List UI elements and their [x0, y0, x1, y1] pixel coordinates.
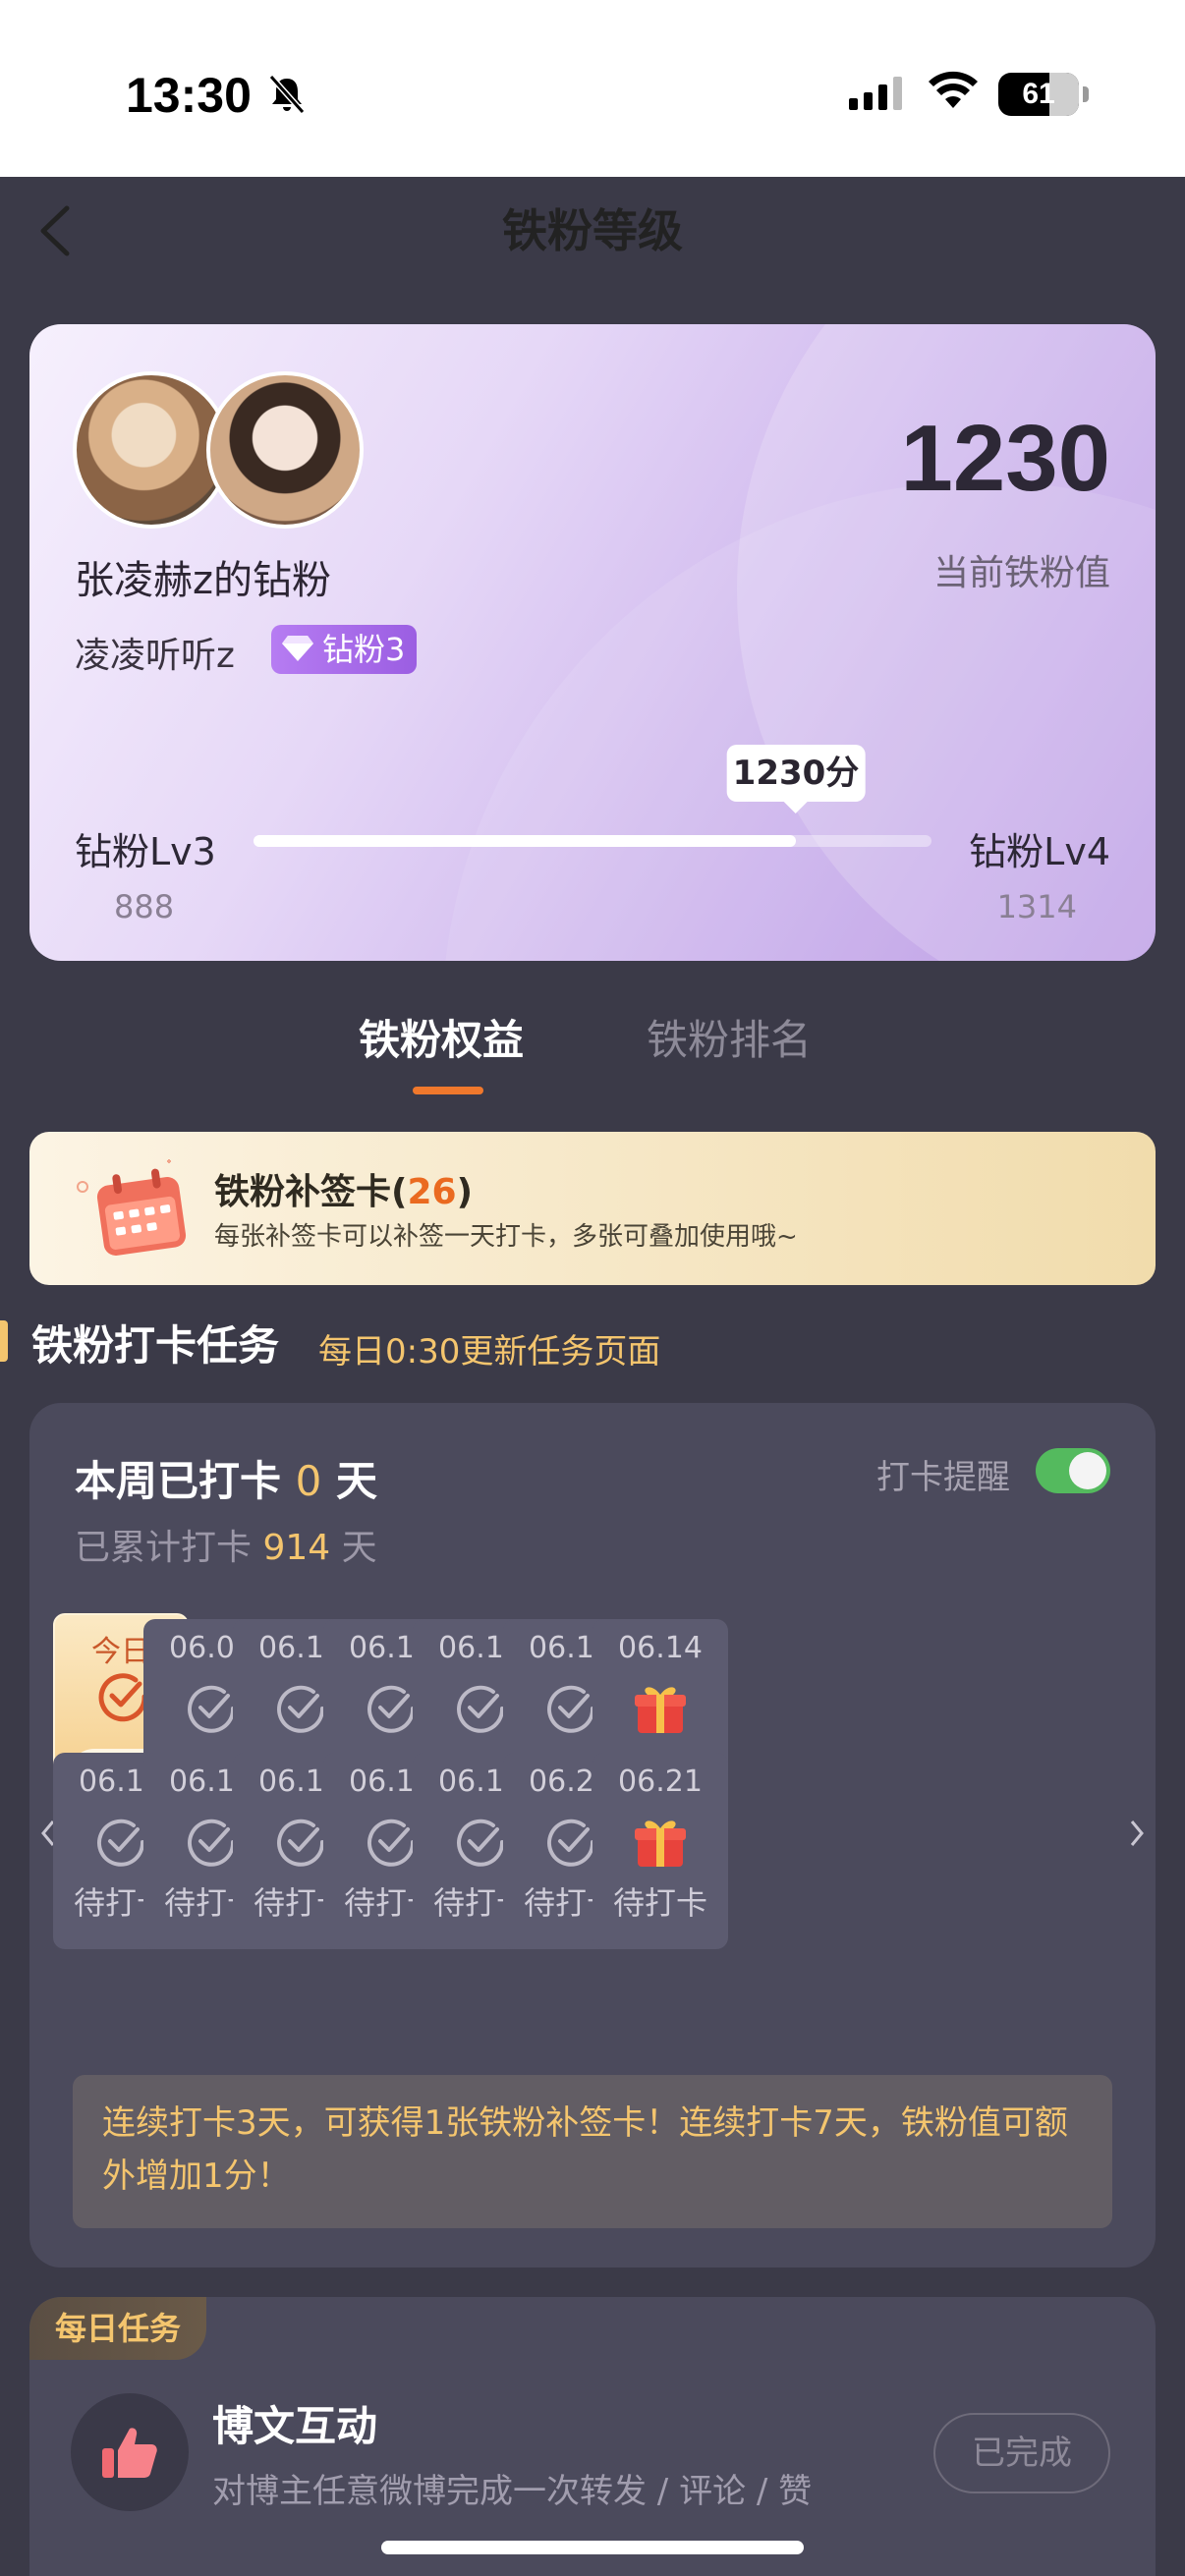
total-checkin-count: 已累计打卡 914 天: [75, 1528, 377, 1568]
level-min-value: 888: [114, 888, 175, 925]
bell-slash-icon: [268, 75, 306, 114]
check-circle-icon: [547, 1685, 595, 1733]
day-date: 06.14: [618, 1631, 703, 1665]
section-marker: [0, 1320, 8, 1362]
battery-icon: 61: [998, 73, 1089, 116]
day-cell[interactable]: 06.21 待打卡: [592, 1753, 728, 1949]
home-indicator[interactable]: [381, 2541, 804, 2554]
tab-indicator: [413, 1087, 483, 1094]
check-circle-icon: [277, 1819, 325, 1867]
check-circle-icon: [188, 1685, 236, 1733]
day-status: 待打卡: [612, 1884, 707, 1922]
progress-tooltip: 1230分: [726, 745, 866, 813]
gift-icon: [635, 1820, 686, 1867]
task-title: 博文互动: [212, 2402, 378, 2450]
diamond-icon: [282, 636, 313, 661]
check-circle-icon: [547, 1819, 595, 1867]
status-bar: 13:30 61: [0, 0, 1185, 177]
fan-score: 1230: [900, 406, 1110, 511]
tab-bar: 铁粉权益 铁粉排名: [0, 1006, 1185, 1094]
task-completed-button[interactable]: 已完成: [933, 2413, 1110, 2493]
daily-task-tag: 每日任务: [29, 2297, 207, 2360]
check-circle-icon: [457, 1819, 505, 1867]
check-circle-icon: [367, 1819, 416, 1867]
remind-label: 打卡提醒: [876, 1458, 1010, 1497]
badge-label: 钻粉3: [322, 631, 406, 668]
day-date: 06.21: [618, 1764, 703, 1799]
status-time: 13:30: [126, 68, 252, 123]
thumbs-up-icon: [102, 2428, 157, 2478]
week-checkin-count: 本周已打卡 0 天: [75, 1457, 377, 1505]
check-circle-icon: [188, 1819, 236, 1867]
level-next: 钻粉Lv4: [969, 830, 1110, 873]
calendar-icon: [77, 1159, 187, 1256]
check-circle-icon: [277, 1685, 325, 1733]
gift-icon: [635, 1687, 686, 1733]
check-circle-icon: [97, 1819, 145, 1867]
checkin-section-title: 铁粉打卡任务: [31, 1321, 280, 1370]
user-name: 凌凌听听z: [75, 636, 235, 676]
fan-level-card: 张凌赫z的钻粉 凌凌听听z 钻粉3 1230 当前铁粉值 1230分 钻粉Lv3…: [29, 324, 1156, 961]
makeup-card-title: 铁粉补签卡(26): [214, 1172, 474, 1212]
checkin-card: 本周已打卡 0 天 已累计打卡 914 天 打卡提醒 今日 领取 06.09待打…: [29, 1403, 1156, 2268]
fan-score-label: 当前铁粉值: [932, 553, 1110, 593]
level-current: 钻粉Lv3: [75, 830, 216, 873]
level-progress-fill: [254, 835, 796, 847]
wifi-icon: [929, 71, 978, 108]
checkin-section-subtitle: 每日0:30更新任务页面: [318, 1332, 661, 1372]
tab-fan-ranking[interactable]: 铁粉排名: [647, 1006, 812, 1075]
checkin-reward-tip: 连续打卡3天，可获得1张铁粉补签卡！连续打卡7天，铁粉值可额外增加1分！: [73, 2075, 1112, 2228]
check-circle-icon: [98, 1673, 147, 1722]
chevron-right-icon[interactable]: [1126, 1814, 1148, 1853]
check-circle-icon: [367, 1685, 416, 1733]
makeup-card-desc: 每张补签卡可以补签一天打卡，多张可叠加使用哦~: [214, 1222, 798, 1252]
level-max-value: 1314: [996, 888, 1077, 925]
fan-title: 张凌赫z的钻粉: [75, 558, 331, 603]
battery-level: 61: [1022, 78, 1055, 110]
remind-toggle[interactable]: [1036, 1448, 1110, 1493]
page-title: 铁粉等级: [502, 204, 683, 257]
daily-task-card: 每日任务 博文互动 对博主任意微博完成一次转发 / 评论 / 赞 已完成: [29, 2297, 1156, 2576]
makeup-card-count: 26: [407, 1172, 457, 1212]
task-icon-wrap: [71, 2393, 189, 2511]
makeup-card-banner[interactable]: 铁粉补签卡(26) 每张补签卡可以补签一天打卡，多张可叠加使用哦~: [29, 1132, 1156, 1285]
signal-icon: [849, 77, 902, 110]
check-circle-icon: [457, 1685, 505, 1733]
level-progress-bar: [254, 835, 931, 847]
avatar-star[interactable]: [206, 371, 364, 529]
fan-level-badge: 钻粉3: [271, 625, 418, 674]
task-desc: 对博主任意微博完成一次转发 / 评论 / 赞: [212, 2472, 813, 2511]
tab-fan-benefits[interactable]: 铁粉权益: [359, 1006, 524, 1075]
